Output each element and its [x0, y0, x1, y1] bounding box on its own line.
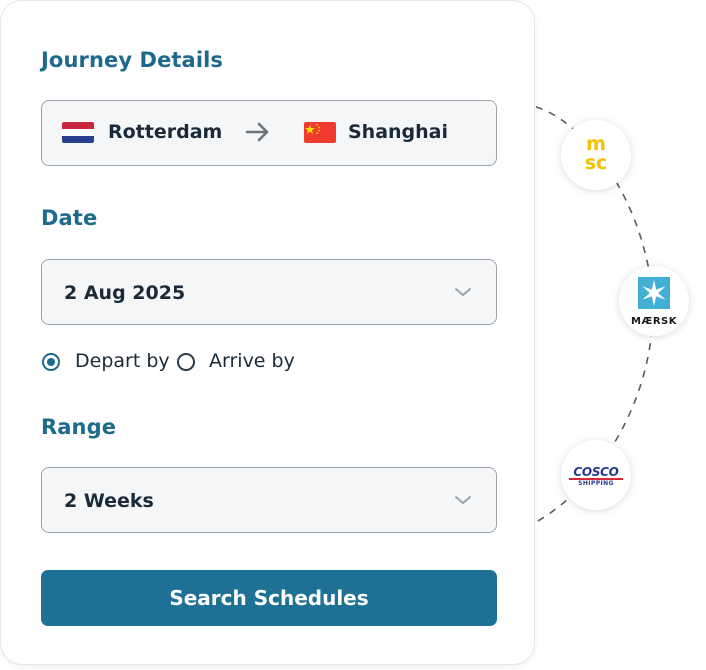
journey-details-heading: Journey Details: [41, 48, 224, 72]
journey-form-card: Journey Details Rotterdam Shanghai Date …: [0, 0, 535, 665]
range-select[interactable]: 2 Weeks: [41, 467, 497, 533]
china-flag-icon: [304, 122, 336, 143]
chevron-down-icon: [455, 288, 471, 296]
origin-port: Rotterdam: [108, 121, 223, 143]
depart-by-radio[interactable]: [42, 353, 60, 371]
msc-logo: m sc: [561, 120, 631, 190]
arrive-by-label[interactable]: Arrive by: [209, 350, 295, 372]
cosco-subtext: SHIPPING: [578, 480, 614, 487]
netherlands-flag-icon: [62, 122, 94, 143]
cosco-wordmark: COSCO: [573, 465, 619, 479]
chevron-down-icon: [455, 496, 471, 504]
range-value: 2 Weeks: [64, 490, 154, 512]
arrive-by-radio[interactable]: [177, 353, 195, 371]
search-schedules-button[interactable]: Search Schedules: [41, 570, 497, 626]
maersk-star-icon: [638, 277, 670, 309]
date-value: 2 Aug 2025: [64, 282, 186, 304]
destination-port: Shanghai: [348, 121, 449, 143]
depart-by-label[interactable]: Depart by: [75, 350, 170, 372]
route-field[interactable]: Rotterdam Shanghai: [41, 100, 497, 166]
maersk-logo: MÆRSK: [619, 266, 689, 336]
cosco-logo: COSCO SHIPPING: [561, 440, 631, 510]
arrow-right-icon: [245, 122, 269, 142]
maersk-wordmark: MÆRSK: [631, 316, 677, 327]
date-heading: Date: [41, 206, 98, 230]
range-heading: Range: [41, 415, 117, 439]
msc-logo-mark: m sc: [585, 133, 608, 174]
date-select[interactable]: 2 Aug 2025: [41, 259, 497, 325]
svg-text:sc: sc: [585, 152, 608, 174]
